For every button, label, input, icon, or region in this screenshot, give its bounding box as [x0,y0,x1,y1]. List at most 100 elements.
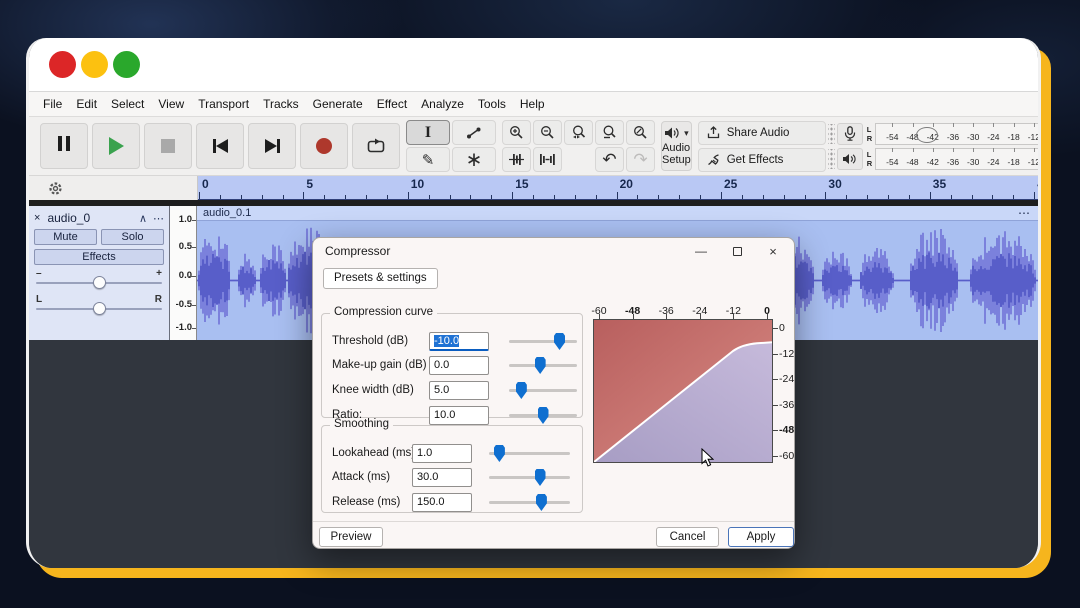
parameter-slider[interactable] [489,445,570,462]
scale-tick [192,220,196,221]
zoom-in-button[interactable] [502,120,531,145]
playback-meter-channels: LR [867,150,872,168]
record-meter-grip[interactable] [827,123,835,144]
menu-item-analyze[interactable]: Analyze [414,97,471,111]
skip-to-end-button[interactable] [248,123,296,169]
gain-slider[interactable]: – + [34,267,164,291]
menu-item-view[interactable]: View [151,97,191,111]
effects-button[interactable]: Effects [34,249,164,265]
menu-item-tracks[interactable]: Tracks [256,97,306,111]
dialog-maximize-button[interactable] [720,238,754,264]
parameter-slider[interactable] [489,469,570,486]
playback-meter-button[interactable] [836,147,863,170]
play-button[interactable] [92,123,140,169]
zoom-out-button[interactable] [533,120,562,145]
menu-item-help[interactable]: Help [513,97,552,111]
pan-left-label: L [36,294,43,305]
menu-item-generate[interactable]: Generate [306,97,370,111]
menu-item-transport[interactable]: Transport [191,97,256,111]
zoom-toggle-button[interactable] [626,120,655,145]
share-audio-button[interactable]: Share Audio [697,120,826,145]
timeline-gear-icon[interactable] [48,181,63,196]
slider-thumb[interactable] [554,333,566,350]
menu-item-edit[interactable]: Edit [69,97,104,111]
parameter-input[interactable]: 5.0 [429,381,489,400]
zoom-selection-button[interactable] [564,120,593,145]
timeline-tick [219,195,221,199]
vertical-scale-ruler[interactable]: 1.0 0.5 0.0 -0.5 -1.0 [170,206,197,340]
undo-button[interactable]: ↶ [595,147,624,172]
record-button[interactable] [300,123,348,169]
skip-to-start-button[interactable] [196,123,244,169]
minimize-traffic-light[interactable] [81,51,108,78]
get-effects-button[interactable]: Get Effects [697,147,826,172]
menu-item-select[interactable]: Select [104,97,151,111]
parameter-input[interactable]: -10.0 [429,332,489,351]
cancel-button[interactable]: Cancel [656,527,719,547]
dialog-close-button[interactable]: × [756,238,790,264]
track-close-button[interactable]: × [34,212,40,224]
curve-plot[interactable] [593,319,773,463]
title-bar [29,38,1038,92]
loop-button[interactable] [352,123,400,169]
stop-button[interactable] [144,123,192,169]
presets-settings-button[interactable]: Presets & settings [323,268,438,289]
track-collapse-icon[interactable]: ∧ [139,212,147,225]
draw-tool-button[interactable]: ✎ [406,147,450,172]
record-meter-scale[interactable]: -54-48-42-36-30-24-18-12-60 [875,122,1038,145]
slider-thumb[interactable] [537,407,549,424]
solo-button[interactable]: Solo [101,229,164,245]
mute-button[interactable]: Mute [34,229,97,245]
slider-thumb[interactable] [534,469,546,486]
menu-item-effect[interactable]: Effect [370,97,414,111]
clip-menu-icon[interactable]: ⋯ [1018,206,1030,220]
timeline-tick [908,195,910,199]
slider-thumb[interactable] [535,494,547,511]
track-menu-icon[interactable]: ⋯ [153,212,164,225]
pan-slider-thumb[interactable] [93,302,106,315]
dialog-title-bar[interactable]: Compressor — × [313,238,794,264]
close-traffic-light[interactable] [49,51,76,78]
selection-tool-button[interactable]: I [406,120,450,145]
playback-meter: LR-54-48-42-36-30-24-18-12-60 [827,147,1038,170]
pause-button[interactable] [40,123,88,169]
dropdown-arrow-icon: ▾ [684,127,689,138]
slider-thumb[interactable] [493,445,505,462]
redo-button[interactable]: ↷ [626,147,655,172]
parameter-input[interactable]: 1.0 [412,444,472,463]
parameter-slider[interactable] [509,407,577,424]
preview-button[interactable]: Preview [319,527,383,547]
menu-item-file[interactable]: File [36,97,69,111]
gain-slider-thumb[interactable] [93,276,106,289]
parameter-input[interactable]: 10.0 [429,406,489,425]
timeline-ruler[interactable]: 0 5 10 15 20 25 30 35 40 [198,176,1038,200]
zoom-fit-button[interactable] [595,120,624,145]
timeline-tick [240,195,242,199]
pan-slider[interactable]: L R [34,293,164,317]
trim-audio-button[interactable] [502,147,531,172]
playback-meter-grip[interactable] [827,148,835,169]
playback-meter-scale[interactable]: -54-48-42-36-30-24-18-12-60 [875,147,1038,170]
silence-audio-button[interactable] [533,147,562,172]
envelope-tool-button[interactable] [452,120,496,145]
slider-thumb[interactable] [515,382,527,399]
parameter-slider[interactable] [509,333,577,350]
parameter-input[interactable]: 30.0 [412,468,472,487]
audio-setup-button[interactable]: ▾ Audio Setup [661,121,692,171]
track-name[interactable]: audio_0 [47,211,133,225]
slider-thumb[interactable] [534,357,546,374]
parameter-slider[interactable] [509,382,577,399]
parameter-slider[interactable] [509,357,577,374]
apply-button[interactable]: Apply [728,527,794,547]
menu-item-tools[interactable]: Tools [471,97,513,111]
dialog-row: Make-up gain (dB) 0.0 [322,354,582,378]
dialog-minimize-button[interactable]: — [684,238,718,264]
record-meter-button[interactable] [836,122,863,145]
clip-header[interactable]: audio_0.1 ⋯ [197,206,1038,221]
scale-tick [192,305,196,306]
parameter-input[interactable]: 0.0 [429,356,489,375]
parameter-slider[interactable] [489,494,570,511]
multi-tool-button[interactable]: ∗ [452,147,496,172]
parameter-input[interactable]: 150.0 [412,493,472,512]
zoom-traffic-light[interactable] [113,51,140,78]
